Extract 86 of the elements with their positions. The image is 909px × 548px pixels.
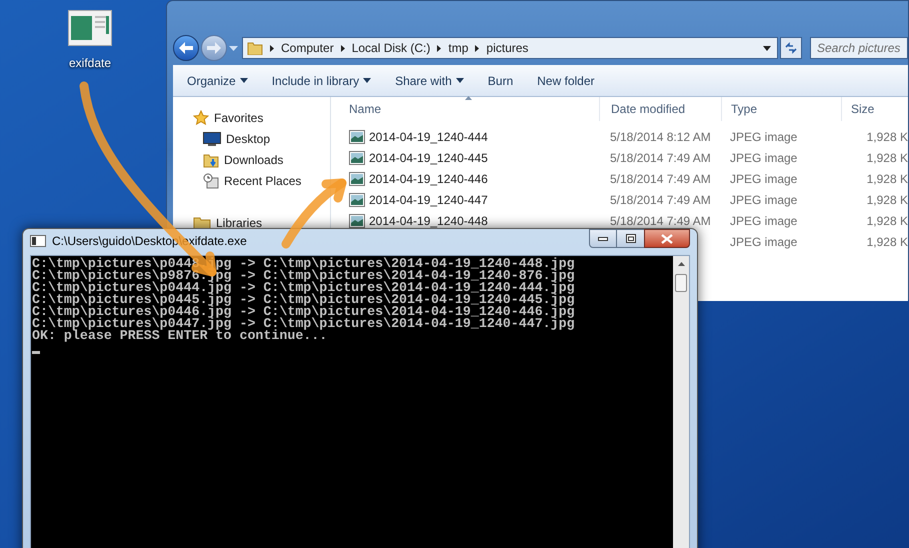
caret-icon	[763, 46, 771, 50]
date-modified: 5/18/2014 7:49 AM	[610, 214, 711, 228]
nav-item[interactable]: Favorites	[214, 108, 264, 126]
desktop-icon-label[interactable]: exifdate	[68, 54, 112, 72]
image-file-icon	[349, 172, 365, 186]
file-name[interactable]: 2014-04-19_1240-448	[369, 212, 488, 230]
file-type: JPEG image	[730, 150, 798, 164]
file-name[interactable]: 2014-04-19_1240-447	[369, 190, 488, 208]
chevron-right-icon	[437, 44, 442, 52]
image-file-icon	[349, 150, 365, 164]
toolbar-button[interactable]: Burn	[488, 72, 514, 90]
monitor-icon	[203, 132, 221, 146]
nav-item[interactable]: Desktop	[226, 130, 270, 148]
file-size: 1,928 K	[866, 150, 908, 164]
maximize-icon	[626, 234, 636, 243]
file-size: 1,928 K	[866, 192, 908, 206]
date-modified: 5/18/2014 7:49 AM	[610, 192, 711, 206]
toolbar-button[interactable]: New folder	[537, 72, 594, 90]
application-window-icon	[68, 10, 112, 46]
refresh-icon	[784, 42, 798, 54]
console-line: C:\tmp\pictures\p0447.jpg -> C:\tmp\pictures\2014-04-19_1240-447.jpg	[32, 318, 576, 330]
nav-item[interactable]: Recent Places	[224, 172, 302, 190]
console-line: C:\tmp\pictures\p9876.jpg -> C:\tmp\pictures\2014-04-19_1240-876.jpg	[32, 270, 576, 282]
chevron-right-icon	[270, 44, 274, 52]
file-size: 1,928 K	[866, 214, 908, 228]
date-modified: 5/18/2014 7:49 AM	[610, 150, 711, 164]
back-button[interactable]	[173, 35, 199, 61]
console-line: C:\tmp\pictures\p0446.jpg -> C:\tmp\pictures\2014-04-19_1240-446.jpg	[32, 306, 576, 318]
scroll-thumb[interactable]	[675, 274, 687, 292]
star-icon	[193, 110, 209, 126]
file-type: JPEG image	[730, 172, 798, 186]
maximize-button[interactable]	[617, 229, 644, 248]
file-type: JPEG image	[730, 234, 798, 248]
caret-icon	[229, 46, 238, 50]
file-type: JPEG image	[730, 192, 798, 206]
console-line: C:\tmp\pictures\p0445.jpg -> C:\tmp\pictures\2014-04-19_1240-445.jpg	[32, 294, 576, 306]
image-file-icon	[349, 214, 365, 228]
toolbar-button[interactable]: Include in library	[272, 72, 372, 90]
file-size: 1,928 K	[866, 130, 908, 144]
image-file-icon	[349, 192, 365, 206]
date-modified: 5/18/2014 8:12 AM	[610, 130, 711, 144]
close-button[interactable]	[644, 229, 690, 248]
clock-icon	[203, 172, 219, 188]
chevron-right-icon	[475, 44, 480, 52]
minimize-icon	[598, 236, 608, 240]
image-file-icon	[349, 130, 365, 144]
search-field[interactable]: Search pictures	[810, 37, 908, 59]
refresh-button[interactable]	[780, 37, 802, 59]
file-size: 1,928 K	[866, 234, 908, 248]
date-modified: 5/18/2014 7:49 AM	[610, 172, 711, 186]
console-app-icon	[30, 235, 46, 247]
arrow-left-icon	[179, 42, 193, 54]
chevron-right-icon	[340, 44, 345, 52]
scroll-up-icon	[678, 262, 684, 266]
breadcrumb-item[interactable]: tmp	[448, 39, 468, 57]
address-bar[interactable]: Computer Local Disk (C:) tmp pictures	[242, 37, 778, 59]
caret-icon	[240, 78, 248, 83]
file-type: JPEG image	[730, 130, 798, 144]
breadcrumb-item[interactable]: Computer	[281, 39, 334, 57]
column-header[interactable]: Size	[841, 97, 908, 121]
file-name[interactable]: 2014-04-19_1240-446	[369, 170, 488, 188]
folder-icon	[193, 214, 211, 230]
forward-button[interactable]	[201, 35, 227, 61]
console-line: OK: please PRESS ENTER to continue...	[32, 330, 328, 342]
folder-icon	[203, 152, 219, 168]
toolbar-button[interactable]: Share with	[395, 72, 464, 90]
breadcrumb-item[interactable]: pictures	[486, 39, 528, 57]
column-header[interactable]: Type	[721, 97, 841, 121]
file-name[interactable]: 2014-04-19_1240-444	[369, 128, 488, 146]
caret-icon	[363, 78, 372, 83]
caret-icon	[456, 78, 464, 83]
nav-item[interactable]: Downloads	[224, 150, 284, 168]
minimize-button[interactable]	[589, 229, 617, 248]
close-icon	[661, 234, 673, 244]
toolbar-button[interactable]: Organize	[187, 72, 248, 90]
breadcrumb-item[interactable]: Local Disk (C:)	[352, 39, 430, 57]
file-type: JPEG image	[730, 214, 798, 228]
folder-icon	[247, 41, 263, 55]
column-header[interactable]: Name	[331, 97, 599, 121]
file-name[interactable]: 2014-04-19_1240-445	[369, 148, 488, 166]
arrow-right-icon	[207, 42, 221, 54]
nav-item[interactable]: Libraries	[216, 214, 262, 232]
console-line: C:\tmp\pictures\p0444.jpg -> C:\tmp\pictures\2014-04-19_1240-444.jpg	[32, 282, 576, 294]
sort-arrow-icon	[465, 96, 472, 100]
file-size: 1,928 K	[866, 172, 908, 186]
column-header[interactable]: Date modified	[599, 97, 721, 121]
